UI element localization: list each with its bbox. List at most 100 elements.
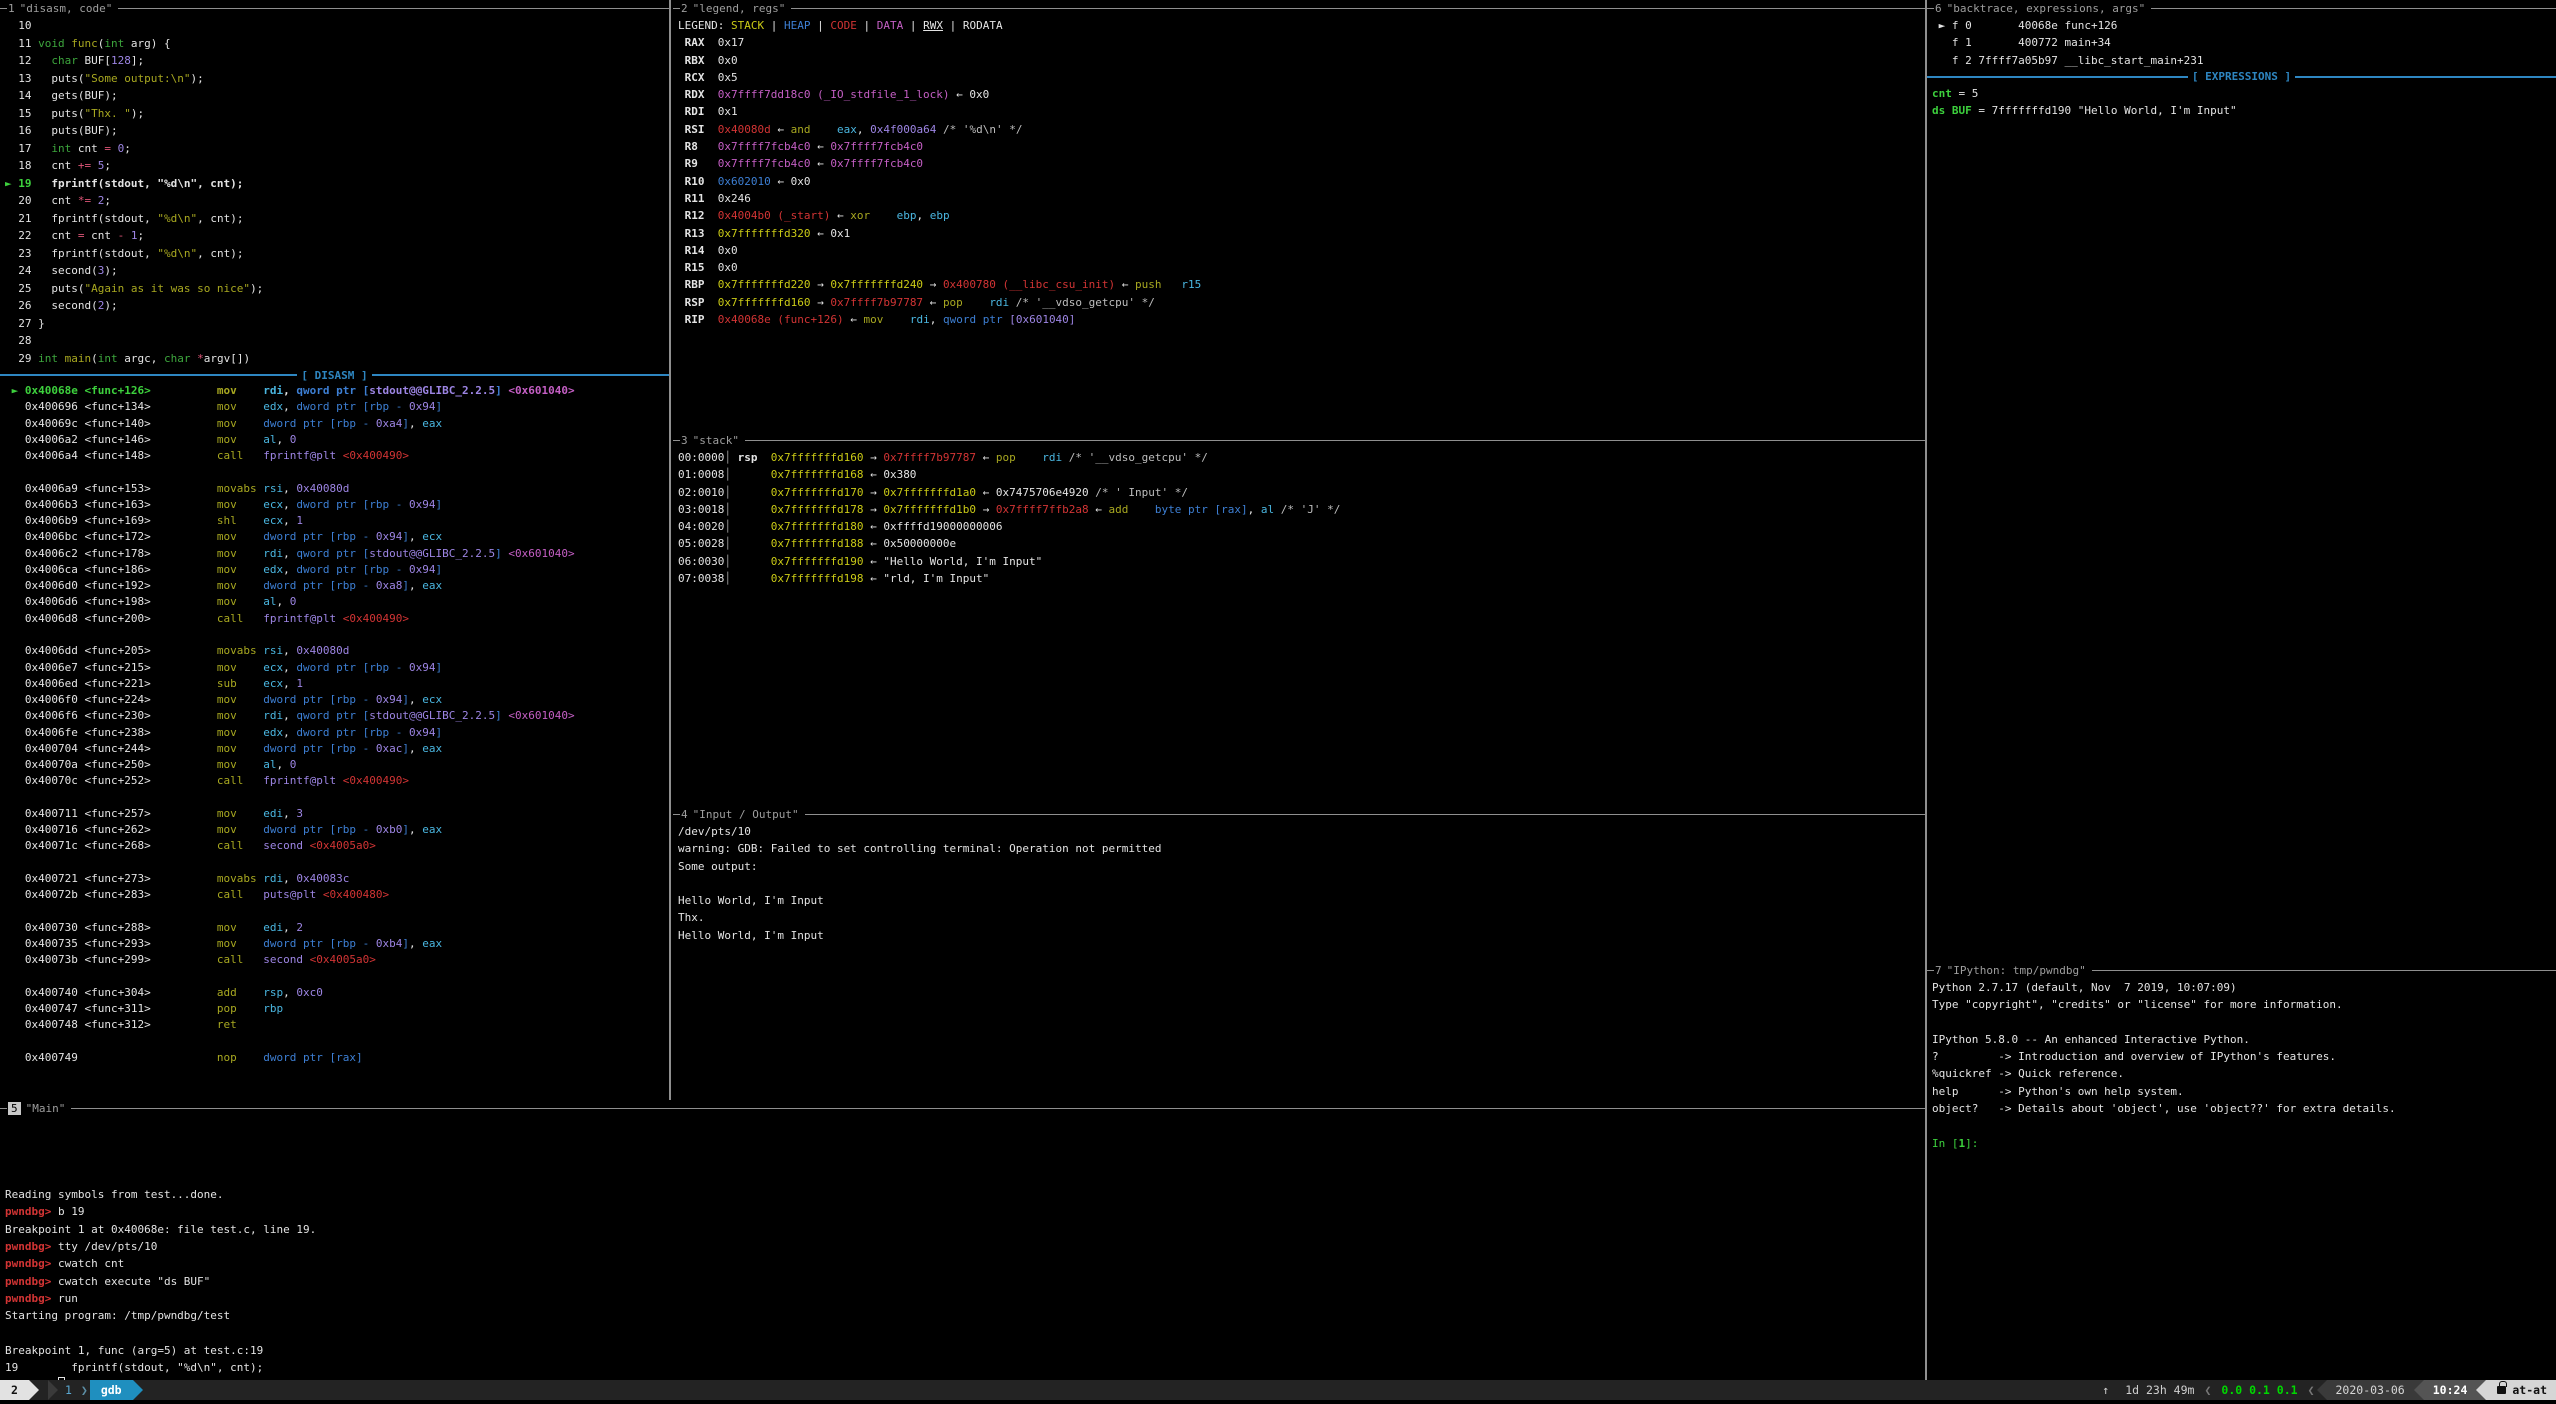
terminal-line: 0x4006b3 <func+163> mov ecx, dword ptr [… (5, 497, 669, 513)
terminal-line: cnt = 5 (1932, 85, 2556, 102)
terminal-line: 0x400748 <func+312> ret (5, 1017, 669, 1033)
powerline-arrow-icon (2476, 1380, 2486, 1400)
date: 2020-03-06 (2327, 1380, 2414, 1400)
terminal-line (5, 855, 669, 871)
stack-listing: 00:0000│ rsp 0x7fffffffd160 → 0x7ffff7b9… (673, 449, 1925, 587)
terminal-line: pwndbg> run (5, 1290, 1925, 1307)
terminal-line: Breakpoint 1, func (arg=5) at test.c:19 (5, 1342, 1925, 1359)
terminal-line: 0x400696 <func+134> mov edx, dword ptr [… (5, 399, 669, 415)
pane-name: "legend, regs" (693, 2, 786, 15)
pane-input-output[interactable]: 4 "Input / Output" /dev/pts/10warning: GD… (673, 806, 1925, 1100)
terminal-line: 0x4006a2 <func+146> mov al, 0 (5, 432, 669, 448)
pane-title-stack: 3 "stack" (673, 432, 1925, 449)
terminal-line: f 2 7ffff7a05b97 __libc_start_main+231 (1932, 52, 2556, 69)
terminal-line: 0x40071c <func+268> call second <0x4005a… (5, 838, 669, 854)
pane-name: "stack" (693, 434, 739, 447)
powerline-arrow-icon (2414, 1380, 2424, 1400)
terminal-line (5, 1325, 1925, 1342)
terminal-line: R10 0x602010 ← 0x0 (678, 173, 1925, 190)
terminal-line: /dev/pts/10 (678, 823, 1925, 840)
disassembly-listing: ► 0x40068e <func+126> mov rdi, qword ptr… (0, 383, 669, 1066)
pane-backtrace-expressions[interactable]: 6"backtrace, expressions, args" ► f 0 40… (1925, 0, 2556, 962)
terminal-line: Thx. (678, 909, 1925, 926)
pane-number: 4 (681, 808, 688, 821)
terminal-line: ► 0x40068e <func+126> mov rdi, qword ptr… (5, 383, 669, 399)
pane-title-disasm-code: 1"disasm, code" (0, 0, 669, 17)
terminal-line: 0x4006bc <func+172> mov dword ptr [rbp -… (5, 529, 669, 545)
terminal-line: 0x400735 <func+293> mov dword ptr [rbp -… (5, 936, 669, 952)
terminal-line: 24 second(3); (5, 262, 669, 280)
terminal-line: 0x4006dd <func+205> movabs rsi, 0x40080d (5, 643, 669, 659)
terminal-line: In [1]: (1932, 1135, 2556, 1152)
terminal-line: 0x4006ed <func+221> sub ecx, 1 (5, 676, 669, 692)
terminal-line: 23 fprintf(stdout, "%d\n", cnt); (5, 245, 669, 263)
terminal-line: 06:0030│ 0x7fffffffd190 ← "Hello World, … (678, 553, 1925, 570)
pane-stack[interactable]: 3 "stack" 00:0000│ rsp 0x7fffffffd160 → 0… (673, 432, 1925, 806)
expressions-section-divider: [ EXPRESSIONS ] (1927, 69, 2556, 85)
terminal-line: 15 puts("Thx. "); (5, 105, 669, 123)
pane-name: "disasm, code" (20, 2, 113, 15)
terminal-line: 26 second(2); (5, 297, 669, 315)
terminal-line: 0x400704 <func+244> mov dword ptr [rbp -… (5, 741, 669, 757)
terminal-line (5, 627, 669, 643)
terminal-line: 0x4006a4 <func+148> call fprintf@plt <0x… (5, 448, 669, 464)
pane-legend-regs[interactable]: 2"legend, regs" LEGEND: STACK | HEAP | C… (673, 0, 1925, 432)
terminal-line (678, 875, 1925, 892)
chevron-separator-icon: ❮ (2306, 1380, 2317, 1400)
terminal-line: 03:0018│ 0x7fffffffd178 → 0x7fffffffd1b0… (678, 501, 1925, 518)
terminal-line (5, 790, 669, 806)
terminal-line: RCX 0x5 (678, 69, 1925, 86)
window-tab-index[interactable]: 1 (58, 1380, 79, 1400)
powerline-arrow-icon (133, 1380, 143, 1400)
source-listing: 10 11 void func(int arg) { 12 char BUF[1… (0, 17, 669, 367)
terminal-line: Breakpoint 1 at 0x40068e: file test.c, l… (5, 1221, 1925, 1238)
terminal-line: 16 puts(BUF); (5, 122, 669, 140)
hostname-segment: at-at (2486, 1380, 2556, 1400)
terminal-line: 21 fprintf(stdout, "%d\n", cnt); (5, 210, 669, 228)
terminal-line (1932, 1117, 2556, 1134)
load-average: 0.0 0.1 0.1 (2213, 1380, 2305, 1400)
active-pane-number: 5 (8, 1102, 21, 1115)
terminal-line: 0x400740 <func+304> add rsp, 0xc0 (5, 985, 669, 1001)
terminal-line: object? -> Details about 'object', use '… (1932, 1100, 2556, 1117)
terminal-line: 11 void func(int arg) { (5, 35, 669, 53)
session-badge[interactable]: 2 (0, 1380, 29, 1400)
registers-listing: LEGEND: STACK | HEAP | CODE | DATA | RWX… (673, 17, 1925, 328)
terminal-line (1932, 1014, 2556, 1031)
terminal-line: 25 puts("Again as it was so nice"); (5, 280, 669, 298)
pane-title-main: 5"Main" (0, 1100, 1925, 1117)
terminal-line: 07:0038│ 0x7fffffffd198 ← "rld, I'm Inpu… (678, 570, 1925, 587)
hostname: at-at (2512, 1380, 2547, 1400)
terminal-line: R14 0x0 (678, 242, 1925, 259)
terminal-line: Reading symbols from test...done. (5, 1186, 1925, 1203)
terminal-line: 0x400747 <func+311> pop rbp (5, 1001, 669, 1017)
terminal-line: 05:0028│ 0x7fffffffd188 ← 0x50000000e (678, 535, 1925, 552)
terminal-line: Starting program: /tmp/pwndbg/test (5, 1307, 1925, 1324)
program-output: /dev/pts/10warning: GDB: Failed to set c… (673, 823, 1925, 944)
pane-ipython[interactable]: 7"IPython: tmp/pwndbg" Python 2.7.17 (de… (1925, 962, 2556, 1380)
terminal-line: 0x40073b <func+299> call second <0x4005a… (5, 952, 669, 968)
terminal-line (5, 1152, 1925, 1169)
terminal-line (5, 1169, 1925, 1186)
pane-main-gdb[interactable]: 5"Main" Reading symbols from test...done… (0, 1100, 1925, 1380)
terminal-line: f 1 400772 main+34 (1932, 34, 2556, 51)
terminal-line: R11 0x246 (678, 190, 1925, 207)
pane-name: "Input / Output" (693, 808, 799, 821)
terminal-line: LEGEND: STACK | HEAP | CODE | DATA | RWX… (678, 17, 1925, 34)
terminal-line: 0x4006fe <func+238> mov edx, dword ptr [… (5, 725, 669, 741)
gdb-console[interactable]: Reading symbols from test...done. pwndbg>… (0, 1117, 1925, 1380)
up-arrow-icon: ↑ (2094, 1380, 2117, 1400)
window-tab-gdb[interactable]: gdb (90, 1380, 133, 1400)
pane-disasm-code[interactable]: 1"disasm, code" 10 11 void func(int arg)… (0, 0, 671, 1100)
pane-number: 3 (681, 434, 688, 447)
terminal-line: ? -> Introduction and overview of IPytho… (1932, 1048, 2556, 1065)
terminal-line: 0x400716 <func+262> mov dword ptr [rbp -… (5, 822, 669, 838)
terminal-line: ► f 0 40068e func+126 (1932, 17, 2556, 34)
terminal-line: 01:0008│ 0x7fffffffd168 ← 0x380 (678, 466, 1925, 483)
terminal-line: RIP 0x40068e (func+126) ← mov rdi, qword… (678, 311, 1925, 328)
terminal-line: 0x40070a <func+250> mov al, 0 (5, 757, 669, 773)
terminal-line: Hello World, I'm Input (678, 892, 1925, 909)
terminal-line: R13 0x7fffffffd320 ← 0x1 (678, 225, 1925, 242)
ipython-console[interactable]: Python 2.7.17 (default, Nov 7 2019, 10:0… (1927, 979, 2556, 1152)
terminal-line: ► 19 fprintf(stdout, "%d\n", cnt); (5, 175, 669, 193)
